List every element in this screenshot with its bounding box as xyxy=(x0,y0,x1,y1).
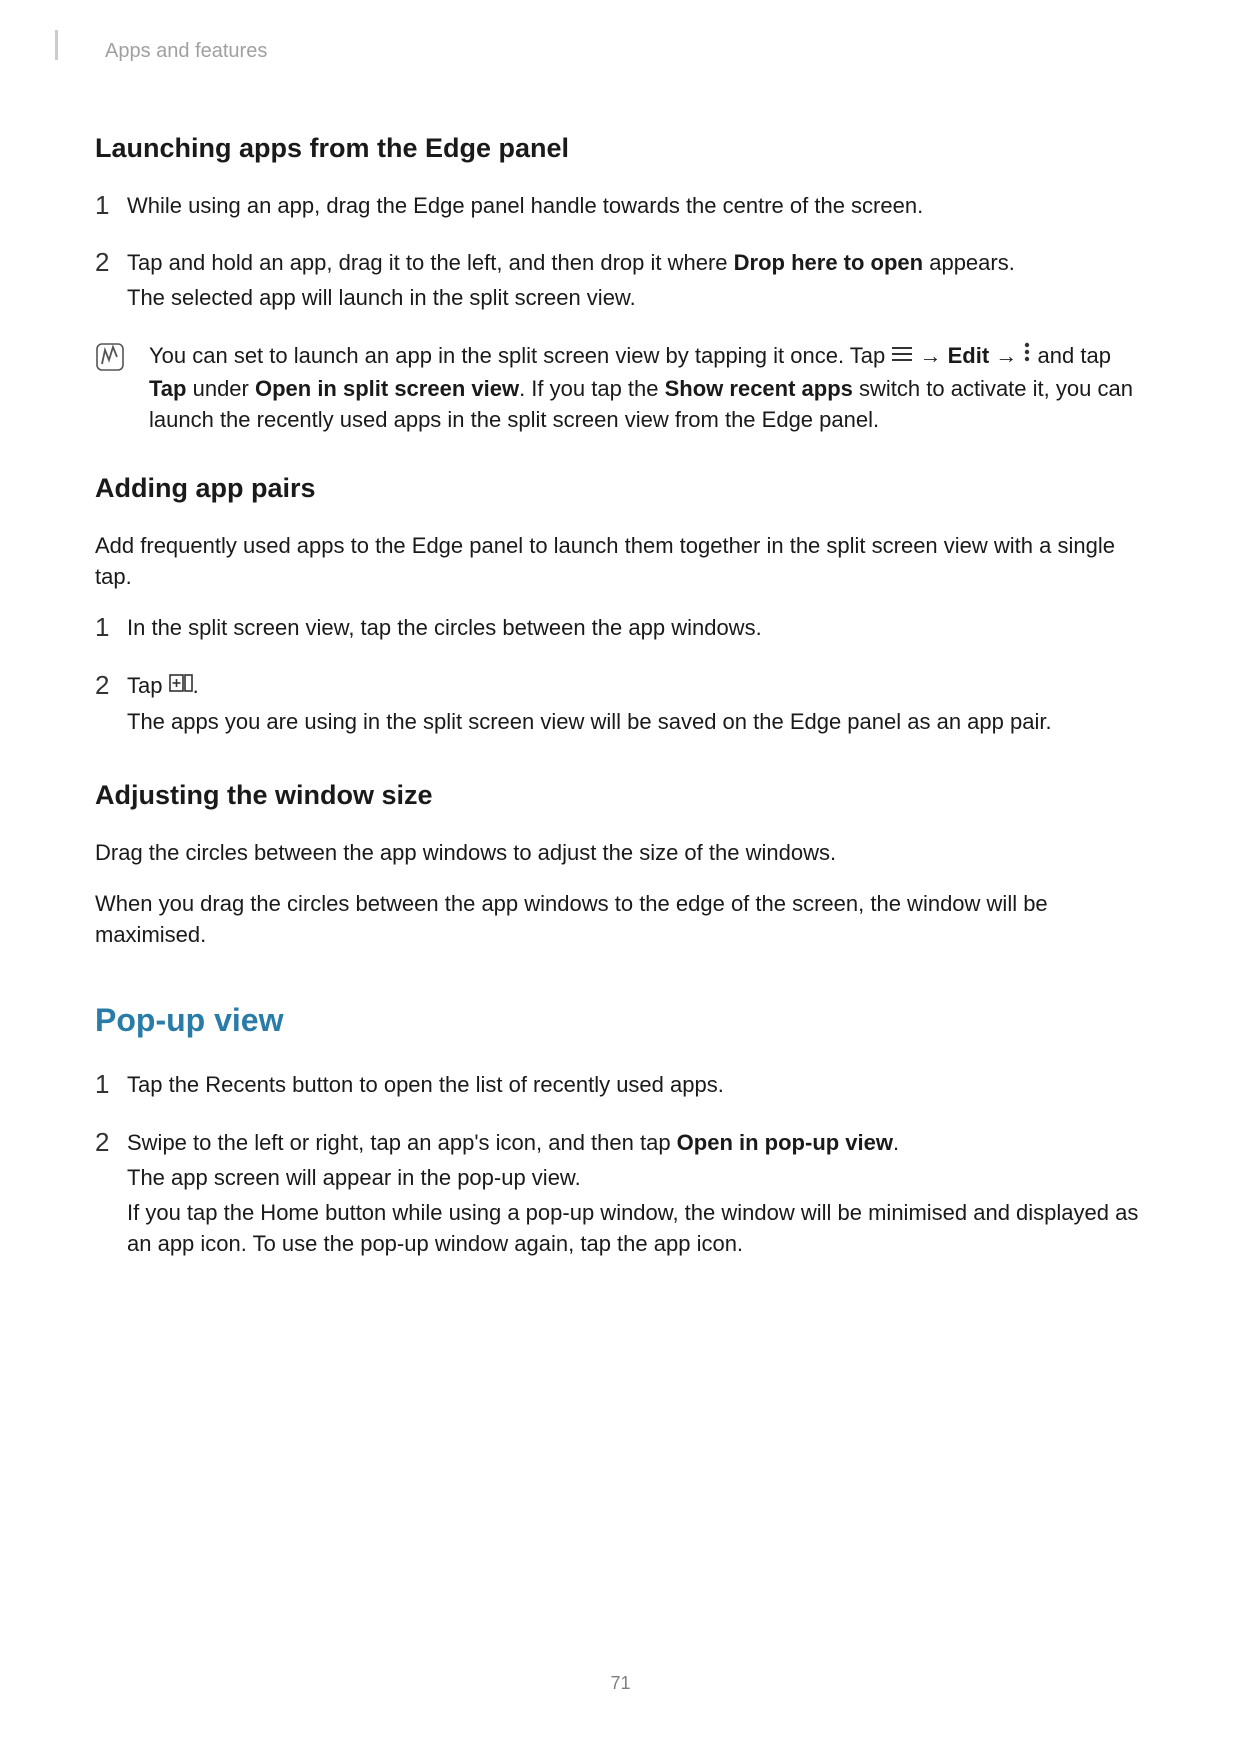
heading-launching-apps: Launching apps from the Edge panel xyxy=(95,133,1146,164)
note-block: You can set to launch an app in the spli… xyxy=(95,340,1146,435)
paragraph: When you drag the circles between the ap… xyxy=(95,888,1146,950)
bold-text: Tap xyxy=(149,376,186,401)
step-body: Tap . The apps you are using in the spli… xyxy=(127,670,1146,742)
note-body: You can set to launch an app in the spli… xyxy=(149,340,1146,435)
step-number: 2 xyxy=(95,247,127,278)
step-text: The apps you are using in the split scre… xyxy=(127,706,1146,737)
heading-popup-view: Pop-up view xyxy=(95,1002,1146,1039)
step-number: 1 xyxy=(95,190,127,221)
add-pair-icon xyxy=(169,669,193,700)
bold-text: Edit xyxy=(948,343,990,368)
heading-adjusting-size: Adjusting the window size xyxy=(95,780,1146,811)
heading-adding-pairs: Adding app pairs xyxy=(95,473,1146,504)
step-text: Tap and hold an app, drag it to the left… xyxy=(127,247,1146,278)
list-item: 1 In the split screen view, tap the circ… xyxy=(95,612,1146,647)
step-text: The app screen will appear in the pop-up… xyxy=(127,1162,1146,1193)
step-text: Tap the Recents button to open the list … xyxy=(127,1069,1146,1100)
bold-text: Drop here to open xyxy=(734,250,923,275)
more-options-icon xyxy=(1023,339,1031,370)
list-item: 1 Tap the Recents button to open the lis… xyxy=(95,1069,1146,1104)
hamburger-icon xyxy=(891,339,913,370)
step-number: 1 xyxy=(95,612,127,643)
bold-text: Show recent apps xyxy=(665,376,853,401)
list-item: 2 Tap and hold an app, drag it to the le… xyxy=(95,247,1146,317)
step-body: While using an app, drag the Edge panel … xyxy=(127,190,1146,225)
step-text: Swipe to the left or right, tap an app's… xyxy=(127,1127,1146,1158)
step-text: The selected app will launch in the spli… xyxy=(127,282,1146,313)
list-item: 2 Swipe to the left or right, tap an app… xyxy=(95,1127,1146,1264)
paragraph: Add frequently used apps to the Edge pan… xyxy=(95,530,1146,592)
step-text: Tap . xyxy=(127,670,1146,703)
list-item: 2 Tap . The apps you are using in the sp… xyxy=(95,670,1146,742)
step-body: In the split screen view, tap the circle… xyxy=(127,612,1146,647)
step-text: If you tap the Home button while using a… xyxy=(127,1197,1146,1259)
running-header: Apps and features xyxy=(95,40,1146,63)
step-number: 2 xyxy=(95,670,127,701)
page-number: 71 xyxy=(0,1673,1241,1694)
step-body: Tap the Recents button to open the list … xyxy=(127,1069,1146,1104)
list-item: 1 While using an app, drag the Edge pane… xyxy=(95,190,1146,225)
step-text: In the split screen view, tap the circle… xyxy=(127,612,1146,643)
bold-text: Open in split screen view xyxy=(255,376,519,401)
bold-text: Open in pop-up view xyxy=(677,1130,893,1155)
step-body: Tap and hold an app, drag it to the left… xyxy=(127,247,1146,317)
step-body: Swipe to the left or right, tap an app's… xyxy=(127,1127,1146,1264)
step-number: 1 xyxy=(95,1069,127,1100)
step-number: 2 xyxy=(95,1127,127,1158)
step-text: While using an app, drag the Edge panel … xyxy=(127,190,1146,221)
paragraph: Drag the circles between the app windows… xyxy=(95,837,1146,868)
header-accent-line xyxy=(55,30,58,60)
note-icon xyxy=(95,342,125,372)
